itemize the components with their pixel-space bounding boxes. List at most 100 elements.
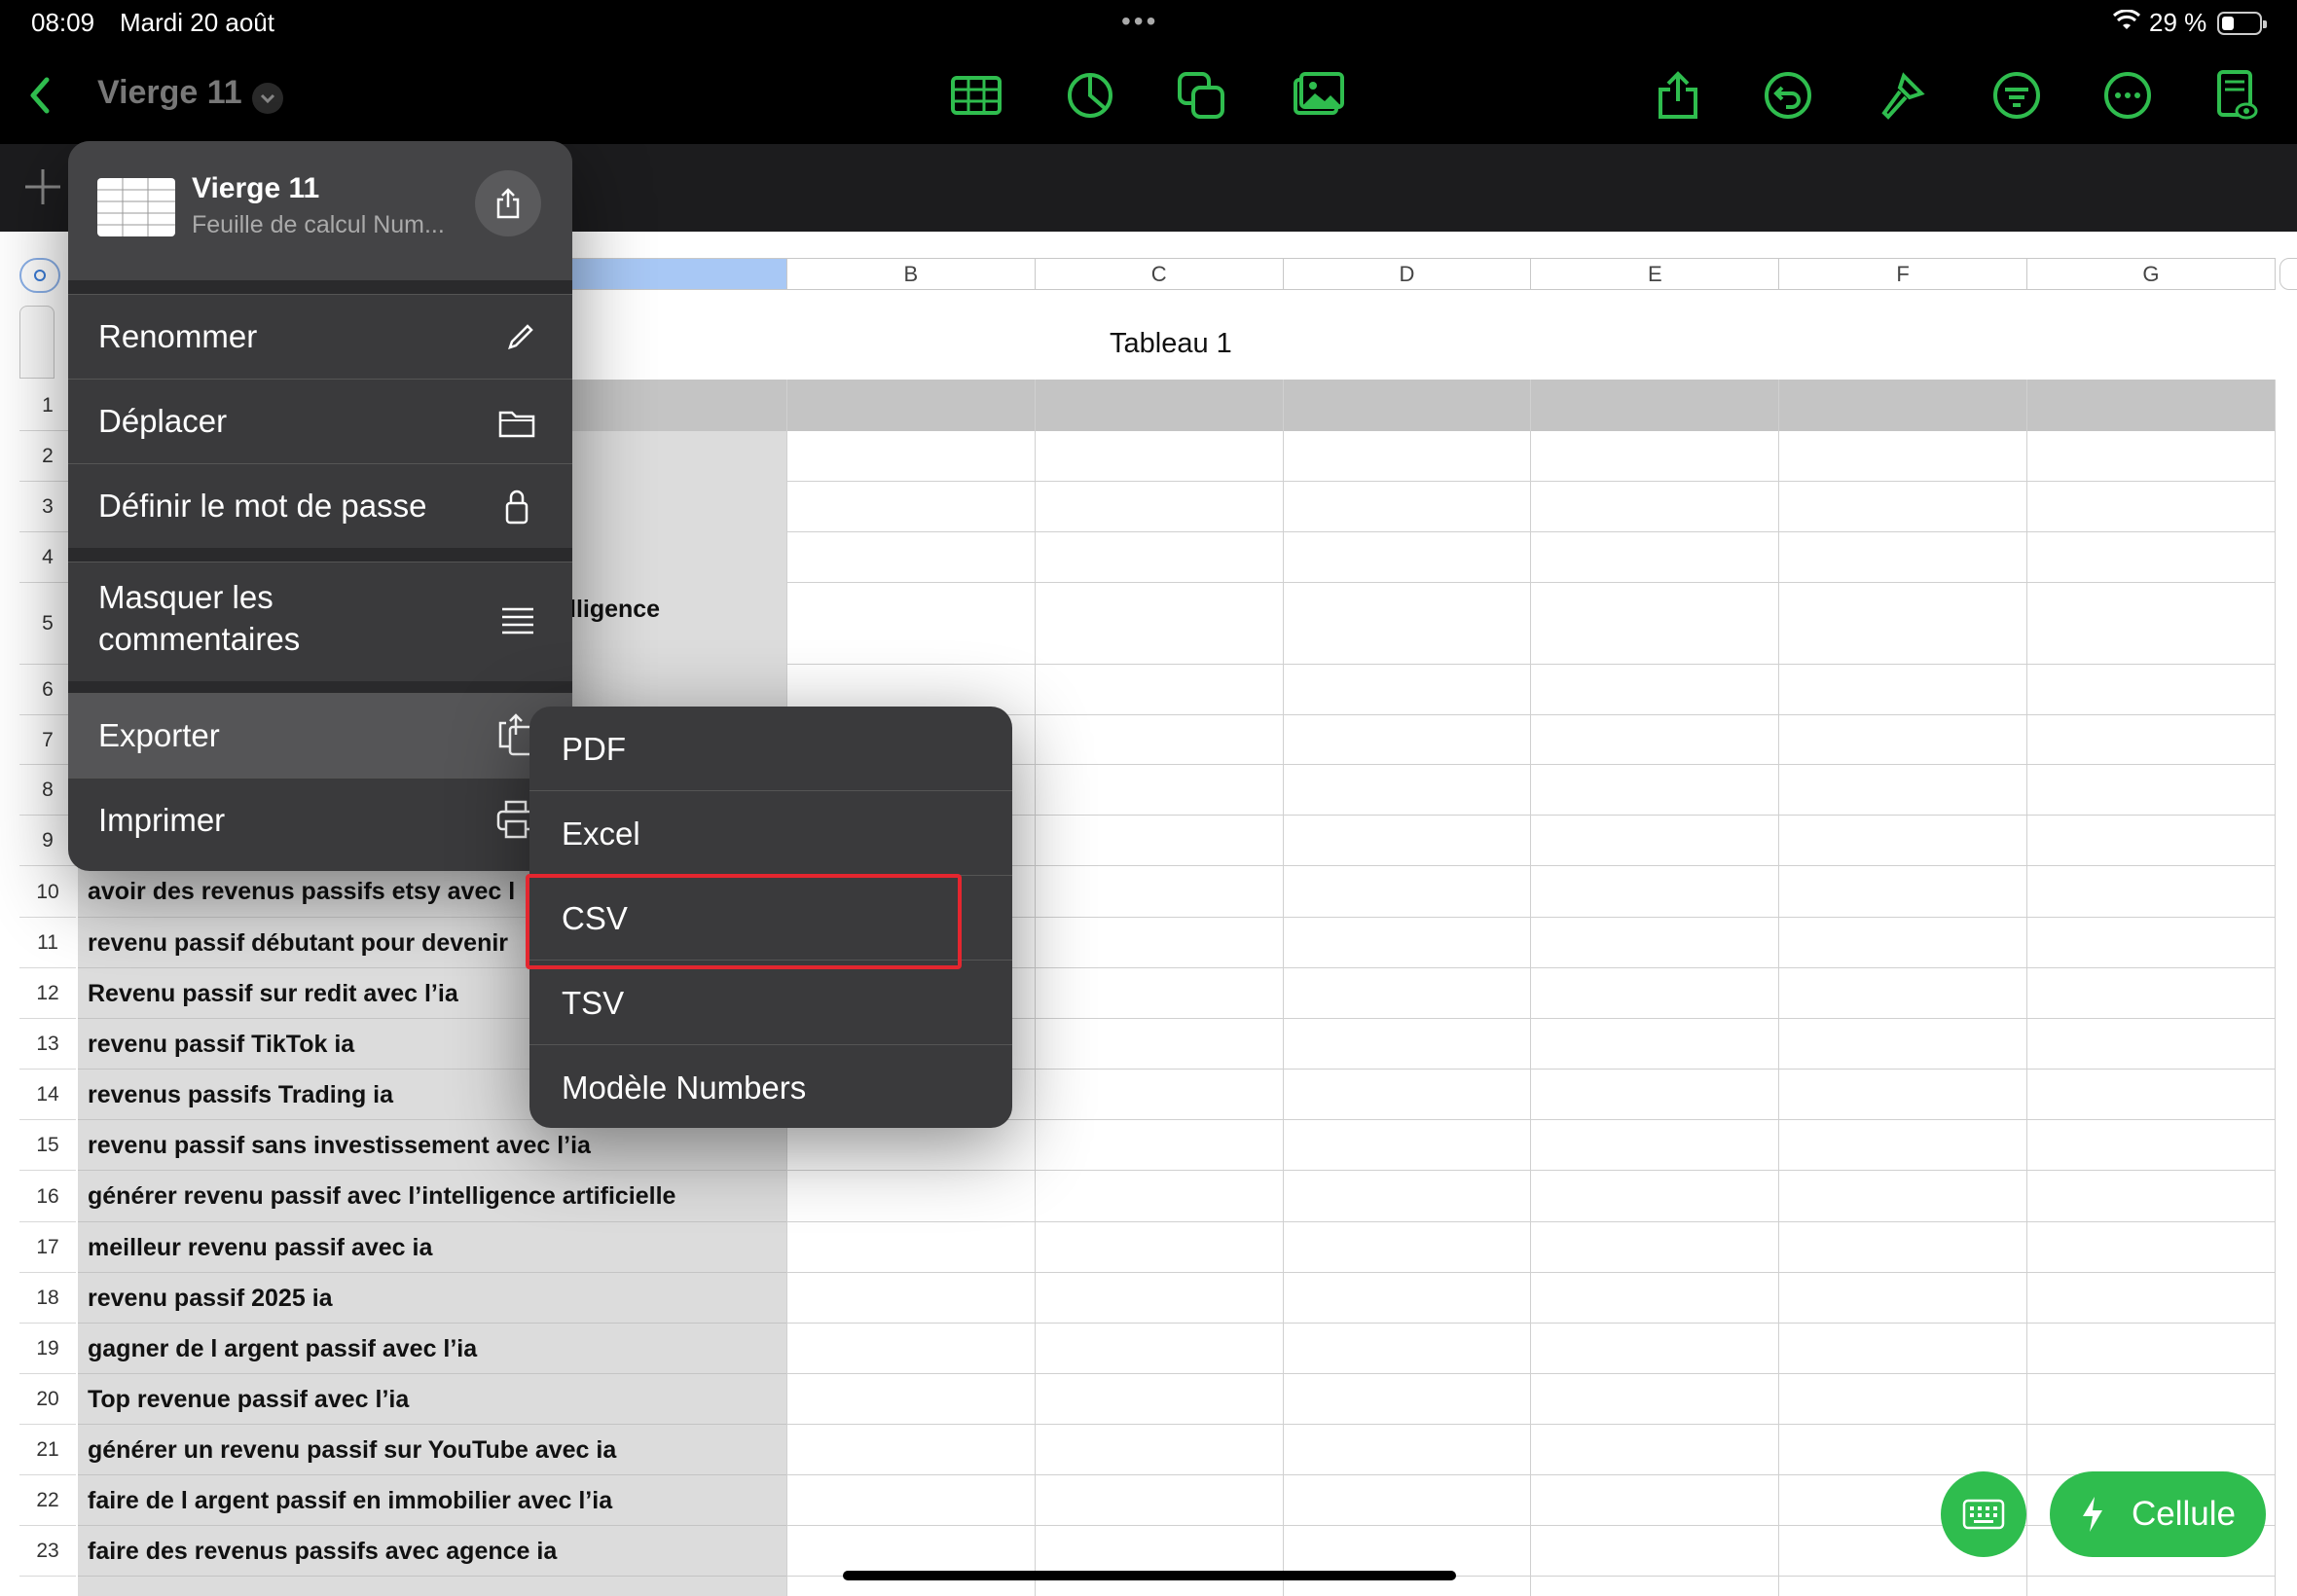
row-header-11[interactable]: 11 bbox=[19, 918, 76, 968]
popover-share-button[interactable] bbox=[475, 170, 541, 236]
cell-action-button[interactable]: Cellule bbox=[2050, 1471, 2266, 1557]
row-header-17[interactable]: 17 bbox=[19, 1222, 76, 1273]
organize-icon[interactable] bbox=[1989, 68, 2044, 123]
header-row[interactable] bbox=[569, 380, 2276, 431]
battery-percent: 29 % bbox=[2149, 8, 2207, 37]
status-date: Mardi 20 août bbox=[120, 8, 274, 37]
column-gridline bbox=[2026, 380, 2027, 1596]
cell-a22[interactable]: faire de l argent passif en immobilier a… bbox=[78, 1475, 786, 1526]
menu-item-label: Définir le mot de passe bbox=[98, 488, 427, 524]
row-header-23[interactable]: 23 bbox=[19, 1526, 76, 1577]
menu-item-label: Déplacer bbox=[98, 403, 228, 439]
table-icon[interactable] bbox=[949, 68, 1003, 123]
menu-item-rename[interactable]: Renommer bbox=[68, 294, 572, 379]
back-chevron-icon[interactable] bbox=[14, 68, 68, 123]
shapes-icon[interactable] bbox=[1174, 68, 1228, 123]
column-gridline bbox=[1530, 380, 1532, 1596]
lock-icon bbox=[505, 490, 529, 525]
row-header-12[interactable]: 12 bbox=[19, 968, 76, 1019]
title-chevron-icon[interactable] bbox=[251, 82, 284, 115]
undo-icon[interactable] bbox=[1761, 68, 1815, 123]
keyboard-button[interactable] bbox=[1941, 1471, 2026, 1557]
popover-title: Vierge 11 bbox=[192, 172, 320, 204]
menu-item-label: Imprimer bbox=[98, 802, 226, 838]
row-header-22[interactable]: 22 bbox=[19, 1475, 76, 1526]
column-gridline bbox=[2274, 380, 2276, 1596]
menu-item-export[interactable]: Exporter bbox=[68, 693, 572, 778]
document-menu-popover: Vierge 11 Feuille de calcul Num... Renom… bbox=[68, 141, 572, 871]
column-header-g[interactable]: G bbox=[2027, 258, 2276, 290]
toolbar: Vierge 11 bbox=[0, 47, 2297, 144]
comments-icon bbox=[502, 607, 533, 635]
row-header-13[interactable]: 13 bbox=[19, 1019, 76, 1070]
more-icon[interactable] bbox=[2100, 68, 2155, 123]
multitasking-dots-icon[interactable]: ••• bbox=[1121, 6, 1158, 37]
battery-icon bbox=[2217, 12, 2267, 35]
menu-item-password[interactable]: Définir le mot de passe bbox=[68, 463, 572, 548]
row-header-10[interactable]: 10 bbox=[19, 866, 76, 918]
share-icon bbox=[496, 188, 520, 219]
cell-a5-text[interactable]: lligence bbox=[569, 596, 660, 624]
row-header-14[interactable]: 14 bbox=[19, 1070, 76, 1120]
cell-a18[interactable]: revenu passif 2025 ia bbox=[78, 1273, 786, 1324]
pencil-icon bbox=[508, 324, 533, 349]
menu-item-print[interactable]: Imprimer bbox=[68, 778, 572, 871]
lightning-icon bbox=[2083, 1497, 2102, 1532]
document-view-icon[interactable] bbox=[2209, 68, 2264, 123]
select-all-handle[interactable] bbox=[19, 258, 60, 293]
column-header-b[interactable]: B bbox=[787, 258, 1036, 290]
export-option-pdf[interactable]: PDF bbox=[529, 707, 1012, 791]
row-header-21[interactable]: 21 bbox=[19, 1425, 76, 1475]
menu-separator bbox=[68, 681, 572, 693]
column-gridline bbox=[1282, 380, 1284, 1596]
cell-a16[interactable]: générer revenu passif avec l’intelligenc… bbox=[78, 1171, 786, 1222]
csv-highlight-box bbox=[526, 874, 962, 969]
row-header-20[interactable]: 20 bbox=[19, 1374, 76, 1425]
document-thumbnail bbox=[97, 178, 175, 236]
row-header-15[interactable]: 15 bbox=[19, 1120, 76, 1171]
column-header-e[interactable]: E bbox=[1531, 258, 1780, 290]
home-indicator[interactable] bbox=[843, 1571, 1456, 1580]
menu-separator bbox=[68, 548, 572, 562]
column-header-end bbox=[2279, 258, 2297, 290]
cell-a20[interactable]: Top revenue passif avec l’ia bbox=[78, 1374, 786, 1425]
cell-a21[interactable]: générer un revenu passif sur YouTube ave… bbox=[78, 1425, 786, 1475]
export-option-excel[interactable]: Excel bbox=[529, 791, 1012, 876]
column-header-a[interactable] bbox=[569, 258, 787, 290]
column-header-d[interactable]: D bbox=[1283, 258, 1532, 290]
table-title[interactable]: Tableau 1 bbox=[1110, 328, 1232, 360]
menu-item-hide-comments[interactable]: Masquer les commentaires bbox=[68, 562, 572, 681]
status-time: 08:09 bbox=[31, 8, 95, 37]
menu-item-move[interactable]: Déplacer bbox=[68, 379, 572, 463]
menu-item-label: Renommer bbox=[98, 318, 258, 354]
cell-a23[interactable]: faire des revenus passifs avec agence ia bbox=[78, 1526, 786, 1577]
cell-button-label: Cellule bbox=[2132, 1495, 2236, 1533]
row-header-16[interactable]: 16 bbox=[19, 1171, 76, 1222]
format-brush-icon[interactable] bbox=[1875, 68, 1929, 123]
add-sheet-icon[interactable] bbox=[21, 165, 64, 208]
popover-header: Vierge 11 Feuille de calcul Num... bbox=[68, 141, 572, 280]
folder-icon bbox=[498, 411, 535, 438]
export-option-tsv[interactable]: TSV bbox=[529, 961, 1012, 1045]
menu-item-label-line2: commentaires bbox=[98, 621, 301, 657]
row-header-18[interactable]: 18 bbox=[19, 1273, 76, 1324]
keyboard-icon bbox=[1962, 1499, 2005, 1530]
column-gridline bbox=[1034, 380, 1036, 1596]
row-header-19[interactable]: 19 bbox=[19, 1324, 76, 1374]
cell-a19[interactable]: gagner de l argent passif avec l’ia bbox=[78, 1324, 786, 1374]
wifi-icon bbox=[2112, 10, 2141, 29]
document-title[interactable]: Vierge 11 bbox=[97, 74, 242, 112]
cell-a17[interactable]: meilleur revenu passif avec ia bbox=[78, 1222, 786, 1273]
media-icon[interactable] bbox=[1292, 68, 1346, 123]
menu-item-label-line1: Masquer les bbox=[98, 579, 273, 615]
column-header-c[interactable]: C bbox=[1035, 258, 1284, 290]
chart-icon[interactable] bbox=[1063, 68, 1117, 123]
menu-item-label: Exporter bbox=[98, 717, 220, 753]
popover-subtitle: Feuille de calcul Num... bbox=[192, 211, 445, 238]
column-header-f[interactable]: F bbox=[1779, 258, 2027, 290]
share-icon[interactable] bbox=[1651, 68, 1705, 123]
status-bar: 08:09 Mardi 20 août ••• 29 % bbox=[0, 0, 2297, 47]
column-gridline bbox=[1778, 380, 1780, 1596]
export-option-numbers-template[interactable]: Modèle Numbers bbox=[529, 1045, 1012, 1128]
menu-separator bbox=[68, 280, 572, 294]
